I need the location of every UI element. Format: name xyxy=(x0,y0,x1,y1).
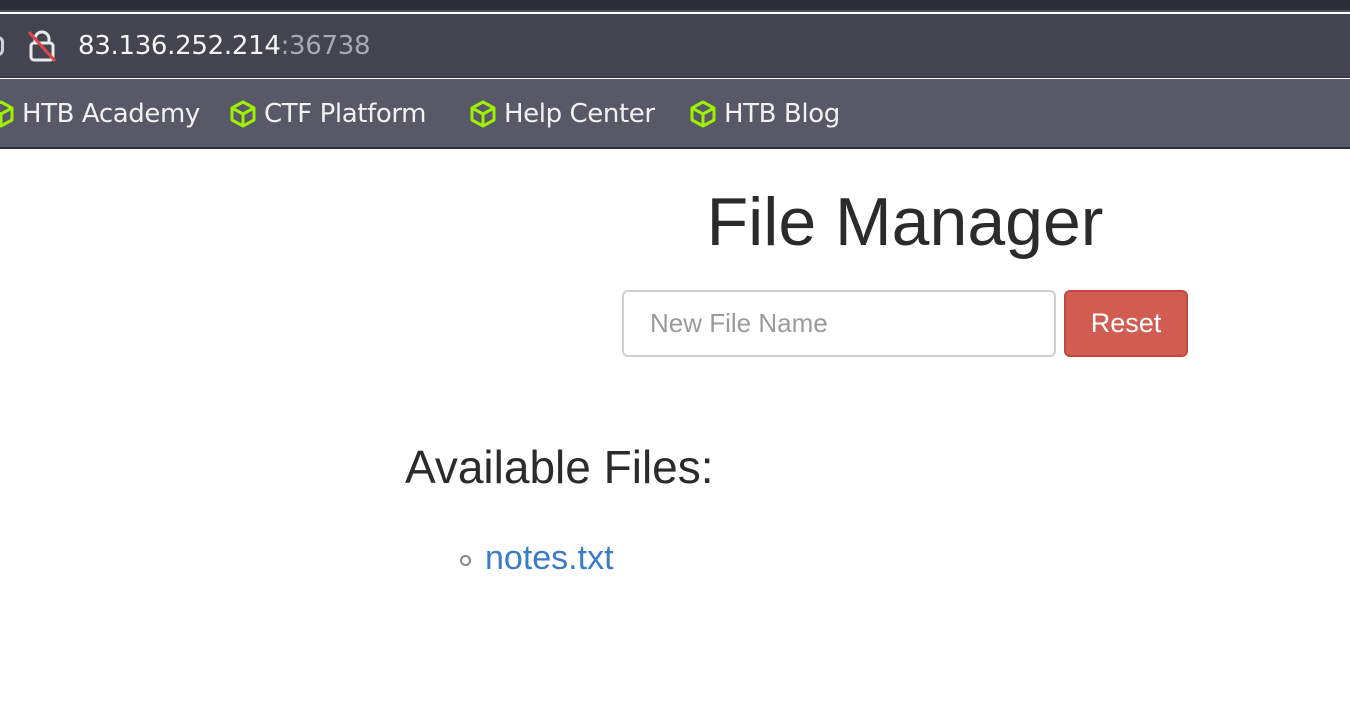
url-text[interactable]: 83.136.252.214:36738 xyxy=(78,28,371,64)
cube-icon xyxy=(230,100,256,128)
bookmark-ctf-platform[interactable]: CTF Platform xyxy=(228,79,427,149)
navigation-edge-icon[interactable] xyxy=(0,36,4,56)
cube-icon xyxy=(690,100,716,128)
window-top-strip xyxy=(0,0,1350,12)
file-list: notes.txt xyxy=(460,530,614,586)
address-bar[interactable]: 83.136.252.214:36738 xyxy=(0,14,1350,78)
new-file-name-input[interactable] xyxy=(622,290,1056,357)
bookmarks-toolbar: HTB Academy CTF Platform Help Center HTB… xyxy=(0,79,1350,149)
url-host: 83.136.252.214 xyxy=(78,31,281,61)
bookmark-label: Help Center xyxy=(504,99,655,129)
url-port: :36738 xyxy=(280,31,371,61)
available-files-heading: Available Files: xyxy=(405,441,714,493)
list-item: notes.txt xyxy=(460,530,614,586)
bookmark-htb-academy[interactable]: HTB Academy xyxy=(0,79,200,149)
circle-bullet-icon xyxy=(460,554,471,566)
bookmark-help-center[interactable]: Help Center xyxy=(468,79,655,149)
cube-icon xyxy=(0,100,14,128)
bookmark-label: CTF Platform xyxy=(264,99,427,129)
bookmark-label: HTB Blog xyxy=(724,99,840,129)
insecure-lock-icon[interactable] xyxy=(26,29,58,63)
bookmark-htb-blog[interactable]: HTB Blog xyxy=(688,79,840,149)
file-link[interactable]: notes.txt xyxy=(485,539,614,578)
cube-icon xyxy=(470,100,496,128)
bookmark-label: HTB Academy xyxy=(22,99,200,129)
page-title: File Manager xyxy=(706,184,1104,260)
reset-button[interactable]: Reset xyxy=(1064,290,1188,357)
